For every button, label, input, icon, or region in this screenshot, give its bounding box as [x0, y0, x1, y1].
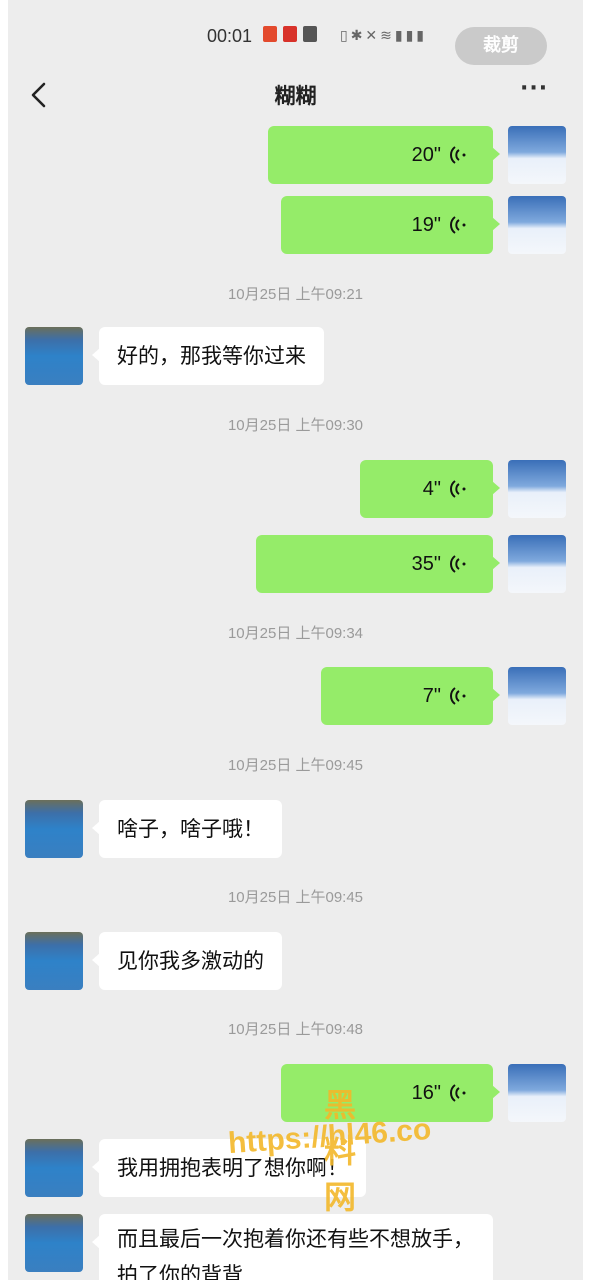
text-message-bubble[interactable]: 好的，那我等你过来 [92, 327, 324, 385]
chat-title: 糊糊 [274, 84, 317, 108]
my-avatar[interactable] [508, 460, 566, 518]
text-message-bubble[interactable]: 而且最后一次抱着你还有些不想放手，拍了你的背背 [92, 1214, 493, 1280]
message-timestamp: 10月25日 上午09:30 [227, 417, 364, 434]
message-row-other: 而且最后一次抱着你还有些不想放手，拍了你的背背 [8, 1214, 583, 1280]
chat-screen: 00:01 ▯✱✕≋▮▮▮ 裁剪 糊糊 ··· 20" 19" 10月25日 上… [8, 0, 583, 1280]
text-message-bubble[interactable]: 啥子，啥子哦！ [92, 800, 282, 858]
message-timestamp: 10月25日 上午09:34 [227, 625, 364, 642]
message-row-self: 20" [8, 126, 583, 184]
message-row-self: 19" [8, 196, 583, 254]
voice-message-bubble[interactable]: 35" [256, 535, 500, 593]
voice-wave-icon [450, 216, 466, 234]
voice-duration: 35" [411, 553, 441, 575]
message-row-other: 好的，那我等你过来 [8, 327, 583, 385]
voice-wave-icon [450, 555, 466, 573]
text-message-bubble[interactable]: 见你我多激动的 [92, 932, 282, 990]
my-avatar[interactable] [508, 126, 566, 184]
chat-header: 糊糊 ··· [8, 72, 583, 124]
more-options-button[interactable]: ··· [520, 76, 560, 108]
message-row-self: 7" [8, 667, 583, 725]
my-avatar[interactable] [508, 535, 566, 593]
message-row-other: 啥子，啥子哦！ [8, 800, 583, 858]
contact-avatar[interactable] [25, 1139, 83, 1197]
voice-duration: 16" [411, 1082, 441, 1104]
voice-duration: 20" [411, 144, 441, 166]
voice-wave-icon [450, 480, 466, 498]
voice-duration: 7" [422, 685, 441, 707]
notification-icons [263, 26, 317, 42]
contact-avatar[interactable] [25, 327, 83, 385]
voice-wave-icon [450, 1084, 466, 1102]
my-avatar[interactable] [508, 1064, 566, 1122]
image-notification-icon [303, 26, 317, 42]
app-notification-icon [263, 26, 277, 42]
voice-wave-icon [450, 146, 466, 164]
status-time: 00:01 [207, 26, 253, 46]
message-row-other: 见你我多激动的 [8, 932, 583, 990]
voice-message-bubble[interactable]: 16" [281, 1064, 500, 1122]
voice-message-bubble[interactable]: 19" [281, 196, 500, 254]
voice-duration: 4" [422, 478, 441, 500]
voice-message-bubble[interactable]: 20" [268, 126, 500, 184]
message-row-other: 我用拥抱表明了想你啊！ [8, 1139, 583, 1197]
voice-message-bubble[interactable]: 7" [321, 667, 500, 725]
message-timestamp: 10月25日 上午09:21 [227, 286, 364, 303]
contact-avatar[interactable] [25, 932, 83, 990]
crop-button[interactable]: 裁剪 [455, 27, 547, 65]
voice-message-bubble[interactable]: 4" [360, 460, 500, 518]
text-message-bubble[interactable]: 我用拥抱表明了想你啊！ [92, 1139, 366, 1197]
status-bar: 00:01 ▯✱✕≋▮▮▮ 裁剪 [8, 0, 583, 72]
my-avatar[interactable] [508, 196, 566, 254]
contact-avatar[interactable] [25, 1214, 83, 1272]
message-timestamp: 10月25日 上午09:45 [227, 889, 364, 906]
message-timestamp: 10月25日 上午09:45 [227, 757, 364, 774]
my-avatar[interactable] [508, 667, 566, 725]
voice-duration: 19" [411, 214, 441, 236]
app-notification-icon [283, 26, 297, 42]
voice-wave-icon [450, 687, 466, 705]
message-row-self: 35" [8, 535, 583, 593]
message-row-self: 4" [8, 460, 583, 518]
message-row-self: 16" [8, 1064, 583, 1122]
message-timestamp: 10月25日 上午09:48 [227, 1021, 364, 1038]
contact-avatar[interactable] [25, 800, 83, 858]
system-status-icons: ▯✱✕≋▮▮▮ [340, 28, 428, 44]
